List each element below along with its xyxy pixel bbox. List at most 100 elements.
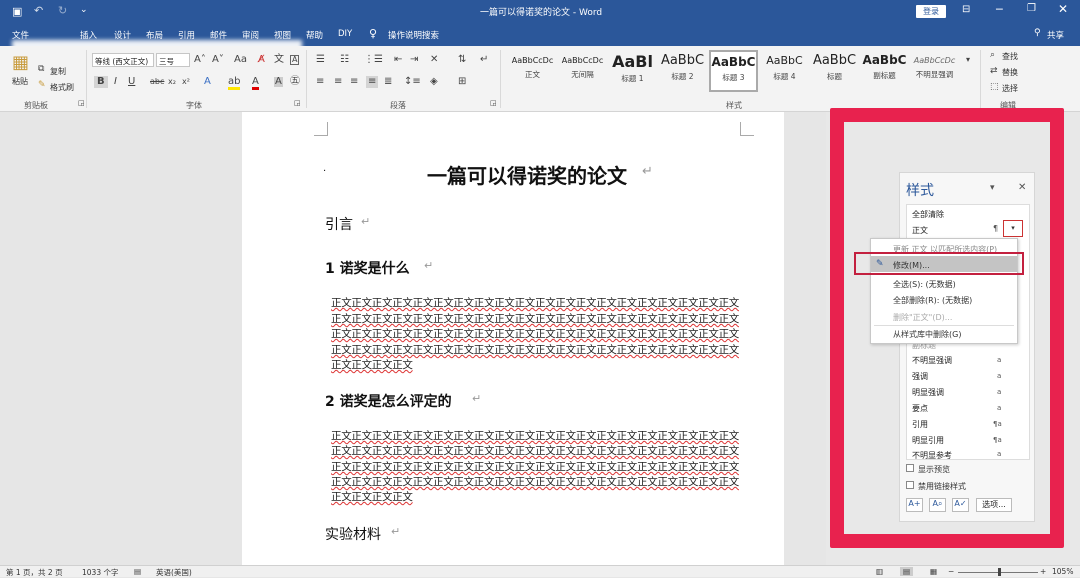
increase-indent-icon[interactable]: ⇥ [410,55,418,65]
distributed-icon[interactable]: ≣ [384,77,392,87]
pane-options-icon[interactable]: ▾ [990,183,995,193]
dialog-launcher-icon[interactable]: ◲ [78,100,85,107]
style-list-item[interactable]: 要点 [912,403,928,414]
select-icon[interactable]: ⬚ [990,83,999,92]
body-text-line[interactable]: 正文正文正文正文正文正文正文正文正文正文正文正文正文正文正文正文正文正文正文正文 [331,444,739,458]
body-text-line[interactable]: 正文正文正文正文正文正文正文正文正文正文正文正文正文正文正文正文正文正文正文正文 [331,312,739,326]
web-layout-icon[interactable]: ▦ [930,567,937,576]
body-text-line[interactable]: 正文正文正文正文 [331,490,413,504]
style-dropdown-button[interactable]: ▾ [1003,220,1023,237]
show-preview-checkbox[interactable] [906,464,914,472]
format-painter-icon[interactable]: ✎ [38,81,46,90]
align-right-icon[interactable]: ≡ [350,77,358,87]
shrink-font-icon[interactable]: A˅ [212,55,224,65]
pane-close-icon[interactable]: ✕ [1018,182,1026,193]
align-center-icon[interactable]: ≡ [334,77,342,87]
remove-from-gallery-item[interactable]: 从样式库中删除(G) [893,329,961,340]
tab-help[interactable]: 帮助 [306,29,323,41]
body-text-line[interactable]: 正文正文正文正文正文正文正文正文正文正文正文正文正文正文正文正文正文正文正文正文 [331,460,739,474]
style-title[interactable]: AaBbC 标题 [810,50,859,92]
style-heading-4[interactable]: AaBbC 标题 4 [760,50,809,92]
share-button[interactable]: 共享 [1047,29,1064,41]
ribbon-display-icon[interactable]: ⊟ [962,4,970,15]
delete-style-item[interactable]: 删除"正文"(D)... [893,312,952,323]
manage-styles-icon[interactable]: A✓ [952,498,969,512]
heading-1[interactable]: 1 诺奖是什么 [325,258,410,278]
style-list-item[interactable]: 不明显参考 [912,450,952,459]
copy-button[interactable]: 复制 [50,66,66,77]
justify-icon[interactable]: ≡ [366,76,379,88]
tell-me-search[interactable]: 操作说明搜索 [388,29,439,41]
page-count[interactable]: 第 1 页，共 2 页 [6,567,63,578]
enclose-char-icon[interactable]: ㊄ [290,77,300,87]
decrease-indent-icon[interactable]: ⇤ [394,55,402,65]
shading-icon[interactable]: ◈ [430,77,438,87]
clear-all-item[interactable]: 全部清除 [912,209,944,220]
char-shading-icon[interactable]: A [274,77,283,87]
dialog-launcher-icon[interactable]: ◲ [294,100,301,107]
body-text-line[interactable]: 正文正文正文正文正文正文正文正文正文正文正文正文正文正文正文正文正文正文正文正文 [331,475,739,489]
change-case-icon[interactable]: Aa [234,55,247,65]
heading-intro[interactable]: 引言 [325,214,353,234]
style-inspector-icon[interactable]: A⌕ [929,498,946,512]
align-left-icon[interactable]: ≡ [316,77,324,87]
lightbulb-icon[interactable]: ♀ [369,27,377,40]
style-no-spacing[interactable]: AaBbCcDc 无间隔 [558,50,607,92]
text-effects-icon[interactable]: A [204,77,211,87]
dialog-launcher-icon[interactable]: ◲ [490,100,497,107]
body-text-line[interactable]: 正文正文正文正文正文正文正文正文正文正文正文正文正文正文正文正文正文正文正文正文 [331,327,739,341]
body-text-line[interactable]: 正文正文正文正文正文正文正文正文正文正文正文正文正文正文正文正文正文正文正文正文 [331,343,739,357]
close-icon[interactable]: ✕ [1058,2,1068,16]
body-text-line[interactable]: 正文正文正文正文正文正文正文正文正文正文正文正文正文正文正文正文正文正文正文正文 [331,296,739,310]
read-mode-icon[interactable]: ▥ [876,567,883,576]
print-layout-icon[interactable]: ▤ [900,567,914,576]
replace-button[interactable]: 替换 [1002,67,1018,78]
word-count[interactable]: 1033 个字 [82,567,118,578]
paste-button[interactable]: 粘贴 [12,76,28,87]
restore-icon[interactable]: ❐ [1027,3,1036,14]
save-icon[interactable]: ▣ [12,5,22,18]
gallery-more-icon[interactable]: ▾ [966,56,970,64]
find-icon[interactable]: ⌕ [990,51,995,60]
replace-icon[interactable]: ⇄ [990,67,998,76]
language[interactable]: 英语(美国) [156,567,192,578]
redo-icon[interactable]: ↻ [58,4,67,17]
select-all-item[interactable]: 全选(S): (无数据) [893,279,956,290]
show-marks-icon[interactable]: ↵ [480,55,488,65]
new-style-icon[interactable]: A+ [906,498,923,512]
proofing-icon[interactable]: ▤ [134,567,141,576]
heading-materials[interactable]: 实验材料 [325,524,381,544]
style-heading-3[interactable]: AaBbC 标题 3 [709,50,758,92]
disable-linked-checkbox[interactable] [906,481,914,489]
multilevel-icon[interactable]: ⋮☰ [364,55,383,65]
font-size-select[interactable]: 三号 [156,53,190,67]
undo-icon[interactable]: ↶ [34,4,43,17]
italic-icon[interactable]: I [114,77,117,87]
style-list-item[interactable]: 不明显强调 [912,355,952,366]
paste-icon[interactable]: ▦ [12,54,29,72]
borders-icon[interactable]: ⊞ [458,77,466,87]
strikethrough-icon[interactable]: abc [150,78,164,86]
person-icon[interactable]: ⚲ [1034,28,1041,38]
subscript-icon[interactable]: x₂ [168,78,176,86]
find-button[interactable]: 查找 [1002,51,1018,62]
body-text-line[interactable]: 正文正文正文正文正文正文正文正文正文正文正文正文正文正文正文正文正文正文正文正文 [331,429,739,443]
grow-font-icon[interactable]: A˄ [194,55,206,65]
style-subtitle[interactable]: AaBbC 副标题 [860,50,909,92]
options-button[interactable]: 选项... [976,498,1012,512]
minimize-icon[interactable]: ─ [996,3,1003,16]
style-list-item[interactable]: 强调 [912,371,928,382]
heading-2[interactable]: 2 诺奖是怎么评定的 [325,391,452,411]
zoom-slider-thumb[interactable] [998,568,1001,576]
bold-icon[interactable]: B [94,76,108,88]
clear-format-icon[interactable]: A̸ [258,55,265,65]
underline-icon[interactable]: U [128,77,135,87]
line-spacing-icon[interactable]: ↕≡ [404,77,421,87]
style-subtle-emphasis[interactable]: AaBbCcDc 不明显强调 [910,50,959,92]
customize-qat-icon[interactable]: ⌄ [80,5,88,15]
zoom-in-icon[interactable]: + [1040,567,1046,576]
tab-diy[interactable]: DIY [338,29,352,39]
sort-icon[interactable]: ⇅ [458,55,466,65]
zoom-out-icon[interactable]: − [948,567,954,576]
highlight-icon[interactable]: ab [228,77,241,90]
